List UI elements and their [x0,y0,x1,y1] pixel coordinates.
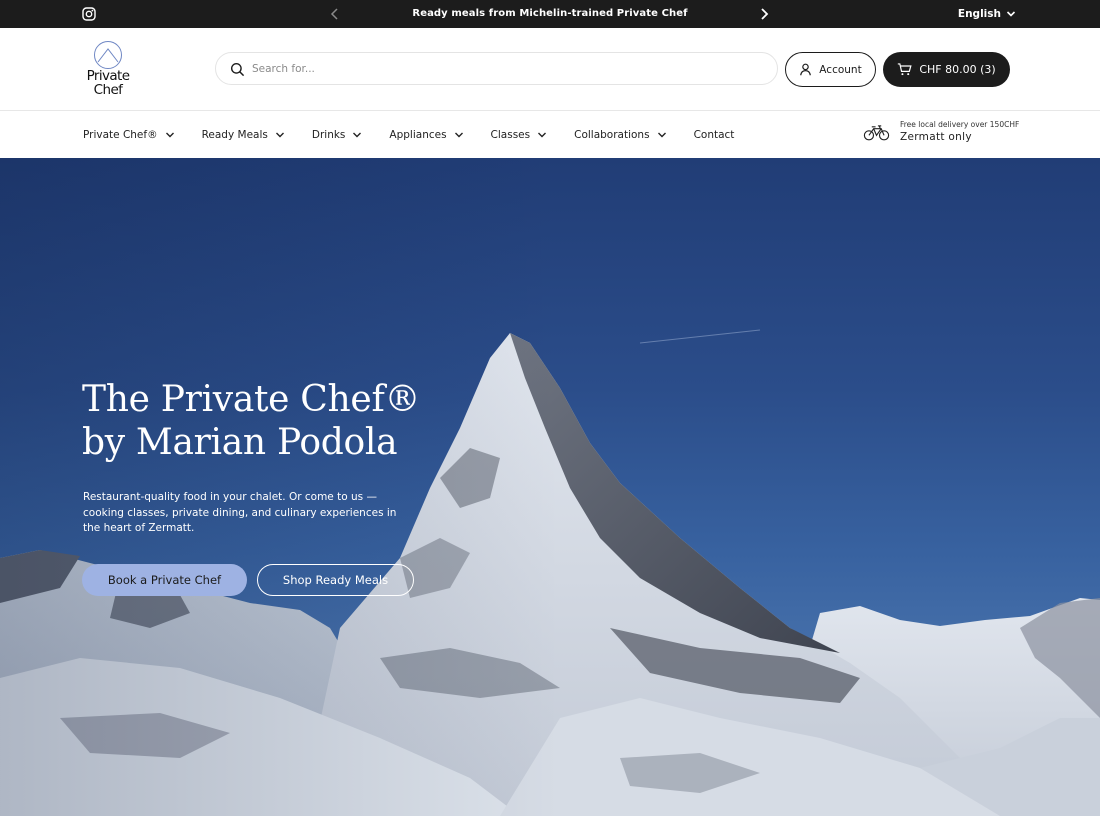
logo[interactable]: Private Chef [82,40,134,100]
nav-item-drinks[interactable]: Drinks [312,129,363,141]
search-bar[interactable] [215,52,778,85]
mountain-logo-icon [94,41,122,69]
chevron-down-icon [353,132,362,137]
chevron-down-icon [657,132,666,137]
language-selector[interactable]: English [958,0,1016,28]
delivery-text: Free local delivery over 150CHF Zermatt … [900,120,1019,145]
nav-item-label: Private Chef® [83,128,158,141]
chevron-down-icon [538,132,547,137]
nav-item-label: Classes [490,128,531,141]
nav-item-private-chef[interactable]: Private Chef® [83,129,175,141]
nav-item-label: Drinks [311,128,346,141]
nav-item-classes[interactable]: Classes [491,129,548,141]
chevron-left-icon[interactable] [329,6,341,22]
account-button[interactable]: Account [785,52,876,87]
book-private-chef-button[interactable]: Book a Private Chef [82,564,247,596]
search-icon [230,62,245,77]
language-label: English [957,8,1001,20]
search-input[interactable] [252,54,762,83]
hero-title-line2: by Marian Podola [82,422,398,463]
logo-text-line1: Private [86,68,130,84]
hero-title-line1: The Private Chef® [82,379,421,420]
main-navigation: Private Chef® Ready Meals Drinks Applian… [0,111,1100,158]
nav-item-appliances[interactable]: Appliances [389,129,463,141]
delivery-note: Free local delivery over 150CHF [900,120,1020,129]
site-header: Private Chef Account CHF 80.00 (3) [0,28,1100,111]
bicycle-icon [863,125,890,141]
announcement-message: Ready meals from Michelin-trained Privat… [412,8,688,19]
hero-title: The Private Chef® by Marian Podola [82,378,502,464]
nav-item-label: Contact [693,128,735,141]
hero-banner: The Private Chef® by Marian Podola Resta… [0,158,1100,816]
nav-item-label: Ready Meals [201,128,268,141]
announcement-bar: Ready meals from Michelin-trained Privat… [0,0,1100,28]
account-label: Account [819,63,862,76]
chevron-down-icon [1006,11,1016,17]
logo-text-line2: Chef [93,82,123,98]
cart-button[interactable]: CHF 80.00 (3) [883,52,1010,87]
nav-item-label: Collaborations [574,128,650,141]
chevron-right-icon[interactable] [758,6,770,22]
chevron-down-icon [165,132,174,137]
delivery-info: Free local delivery over 150CHF Zermatt … [863,120,1019,145]
cart-total: CHF 80.00 (3) [919,63,996,76]
chevron-down-icon [454,132,463,137]
nav-menu: Private Chef® Ready Meals Drinks Applian… [83,111,761,158]
nav-item-label: Appliances [389,128,447,141]
nav-item-contact[interactable]: Contact [694,129,735,141]
cart-icon [898,63,912,76]
hero-description: Restaurant-quality food in your chalet. … [83,491,397,534]
delivery-area: Zermatt only [900,131,972,143]
instagram-icon[interactable] [82,7,96,21]
nav-item-ready-meals[interactable]: Ready Meals [202,129,285,141]
nav-item-collaborations[interactable]: Collaborations [574,129,666,141]
hero-overlay [0,158,560,816]
shop-ready-meals-button[interactable]: Shop Ready Meals [257,564,414,596]
chevron-down-icon [275,132,284,137]
user-icon [800,63,812,76]
